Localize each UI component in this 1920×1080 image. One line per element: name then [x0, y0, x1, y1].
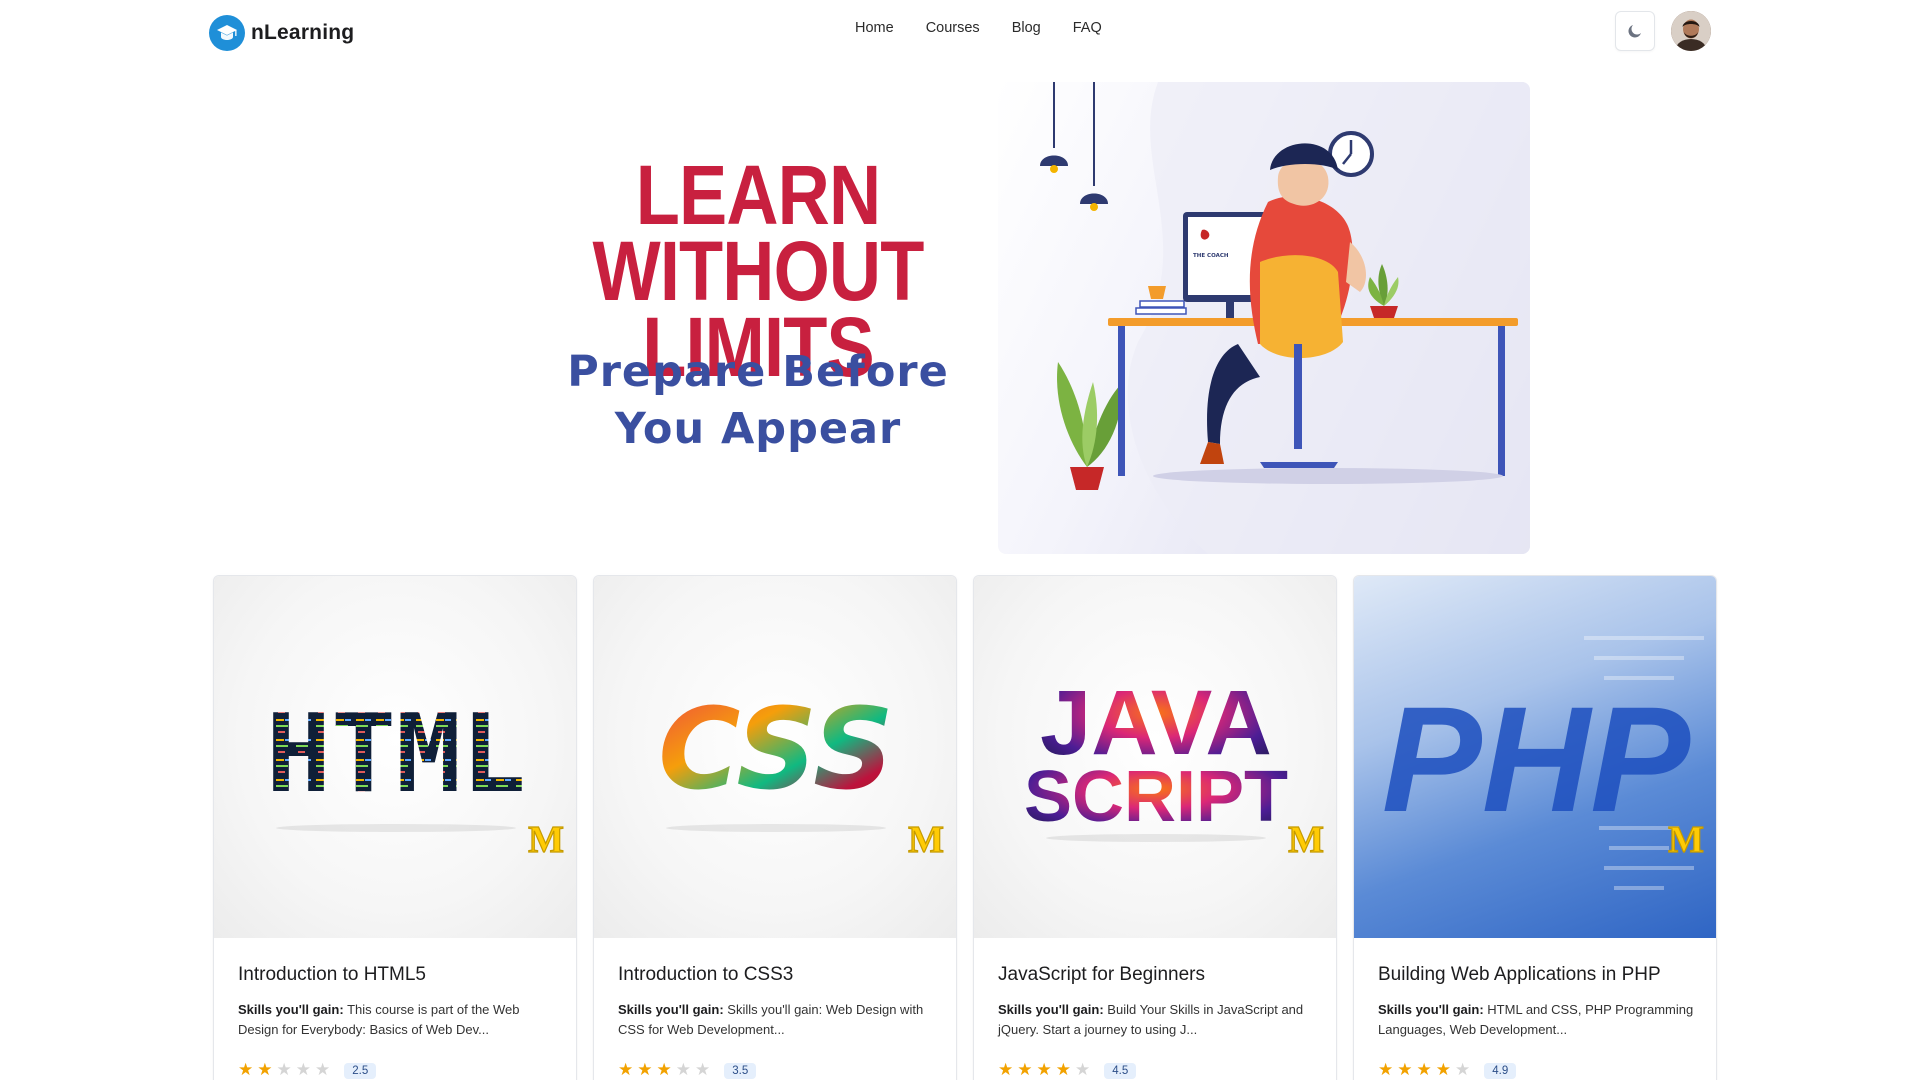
javascript-title-art-line2: SCRIPT — [1024, 757, 1288, 837]
course-image-php: PHP M — [1354, 576, 1716, 938]
hero-headline-line1: LEARN WITHOUT — [592, 148, 924, 318]
hero-subheadline: Prepare Before You Appear — [445, 344, 1071, 458]
star-icon: ★ — [238, 1060, 254, 1080]
avatar-image — [1671, 11, 1711, 51]
hero-banner: LEARN WITHOUT LIMITS Prepare Before You … — [445, 82, 1530, 554]
star-icon: ★ — [1075, 1060, 1091, 1080]
hero-sub-line2: You Appear — [614, 404, 902, 454]
university-logo: M — [1668, 818, 1705, 861]
course-skills: Skills you'll gain: This course is part … — [238, 1000, 558, 1040]
star-icon: ★ — [315, 1060, 331, 1080]
star-icon: ★ — [1435, 1060, 1451, 1080]
star-icon: ★ — [1017, 1060, 1033, 1080]
star-icon: ★ — [295, 1060, 311, 1080]
course-rating: ★ ★ ★ ★ ★ 4.5 — [998, 1062, 1318, 1079]
star-icon: ★ — [1455, 1060, 1471, 1080]
html-title-art: HTML — [266, 692, 526, 817]
course-image-css3: CSS M — [594, 576, 956, 938]
nav-blog[interactable]: Blog — [1012, 20, 1041, 36]
skills-label: Skills you'll gain: — [238, 1002, 344, 1017]
star-icon: ★ — [675, 1060, 691, 1080]
star-icon: ★ — [637, 1060, 653, 1080]
user-avatar[interactable] — [1671, 11, 1711, 51]
php-title-art: PHP — [1382, 675, 1691, 843]
hero-sub-line1: Prepare Before — [567, 347, 949, 397]
course-rating: ★ ★ ★ ★ ★ 4.9 — [1378, 1062, 1698, 1079]
course-card-php[interactable]: PHP M Building Web Applications in PHP S… — [1353, 575, 1717, 1080]
course-card-html5[interactable]: HTML M Introduction to HTML5 Skills you'… — [213, 575, 577, 1080]
studying-person-illustration: THE COACH — [1040, 82, 1530, 554]
rating-badge: 4.5 — [1104, 1062, 1137, 1079]
course-rating: ★ ★ ★ ★ ★ 3.5 — [618, 1062, 938, 1079]
star-icon: ★ — [656, 1060, 672, 1080]
star-icon: ★ — [695, 1060, 711, 1080]
course-skills: Skills you'll gain: Build Your Skills in… — [998, 1000, 1318, 1040]
course-card-css3[interactable]: CSS M Introduction to CSS3 Skills you'll… — [593, 575, 957, 1080]
skills-label: Skills you'll gain: — [1378, 1002, 1484, 1017]
css-title-art: CSS — [658, 685, 894, 815]
navbar: nLearning Home Courses Blog FAQ — [0, 0, 1920, 64]
star-icon: ★ — [618, 1060, 634, 1080]
moon-icon — [1628, 25, 1641, 38]
graduation-cap-icon — [209, 15, 245, 51]
theme-toggle-button[interactable] — [1615, 11, 1655, 51]
course-card-javascript[interactable]: JAVA SCRIPT M JavaScript for Beginners S… — [973, 575, 1337, 1080]
hero-illustration: THE COACH — [998, 82, 1530, 554]
star-icon: ★ — [998, 1060, 1014, 1080]
star-icon: ★ — [257, 1060, 273, 1080]
nav-faq[interactable]: FAQ — [1073, 20, 1102, 36]
course-rating: ★ ★ ★ ★ ★ 2.5 — [238, 1062, 558, 1079]
star-icon: ★ — [1036, 1060, 1052, 1080]
monitor-logo-text: THE COACH — [1193, 253, 1229, 259]
rating-badge: 3.5 — [724, 1062, 757, 1079]
star-icon: ★ — [1416, 1060, 1432, 1080]
course-title[interactable]: Building Web Applications in PHP — [1378, 964, 1698, 986]
rating-badge: 2.5 — [344, 1062, 377, 1079]
course-title[interactable]: Introduction to HTML5 — [238, 964, 558, 986]
course-image-javascript: JAVA SCRIPT M — [974, 576, 1336, 938]
course-skills: Skills you'll gain: HTML and CSS, PHP Pr… — [1378, 1000, 1698, 1040]
star-icon: ★ — [1397, 1060, 1413, 1080]
course-skills: Skills you'll gain: Skills you'll gain: … — [618, 1000, 938, 1040]
star-icon: ★ — [1378, 1060, 1394, 1080]
university-logo: M — [528, 818, 565, 861]
rating-badge: 4.9 — [1484, 1062, 1517, 1079]
main-nav: Home Courses Blog FAQ — [855, 20, 1102, 36]
star-icon: ★ — [1055, 1060, 1071, 1080]
nav-home[interactable]: Home — [855, 20, 894, 36]
course-title[interactable]: Introduction to CSS3 — [618, 964, 938, 986]
brand-link[interactable]: nLearning — [209, 15, 354, 51]
brand-name: nLearning — [251, 21, 355, 44]
university-logo: M — [1288, 818, 1325, 861]
course-title[interactable]: JavaScript for Beginners — [998, 964, 1318, 986]
star-icon: ★ — [276, 1060, 292, 1080]
course-list: HTML M Introduction to HTML5 Skills you'… — [213, 575, 1717, 1080]
skills-label: Skills you'll gain: — [618, 1002, 724, 1017]
university-logo: M — [908, 818, 945, 861]
nav-courses[interactable]: Courses — [926, 20, 980, 36]
skills-label: Skills you'll gain: — [998, 1002, 1104, 1017]
course-image-html5: HTML M — [214, 576, 576, 938]
